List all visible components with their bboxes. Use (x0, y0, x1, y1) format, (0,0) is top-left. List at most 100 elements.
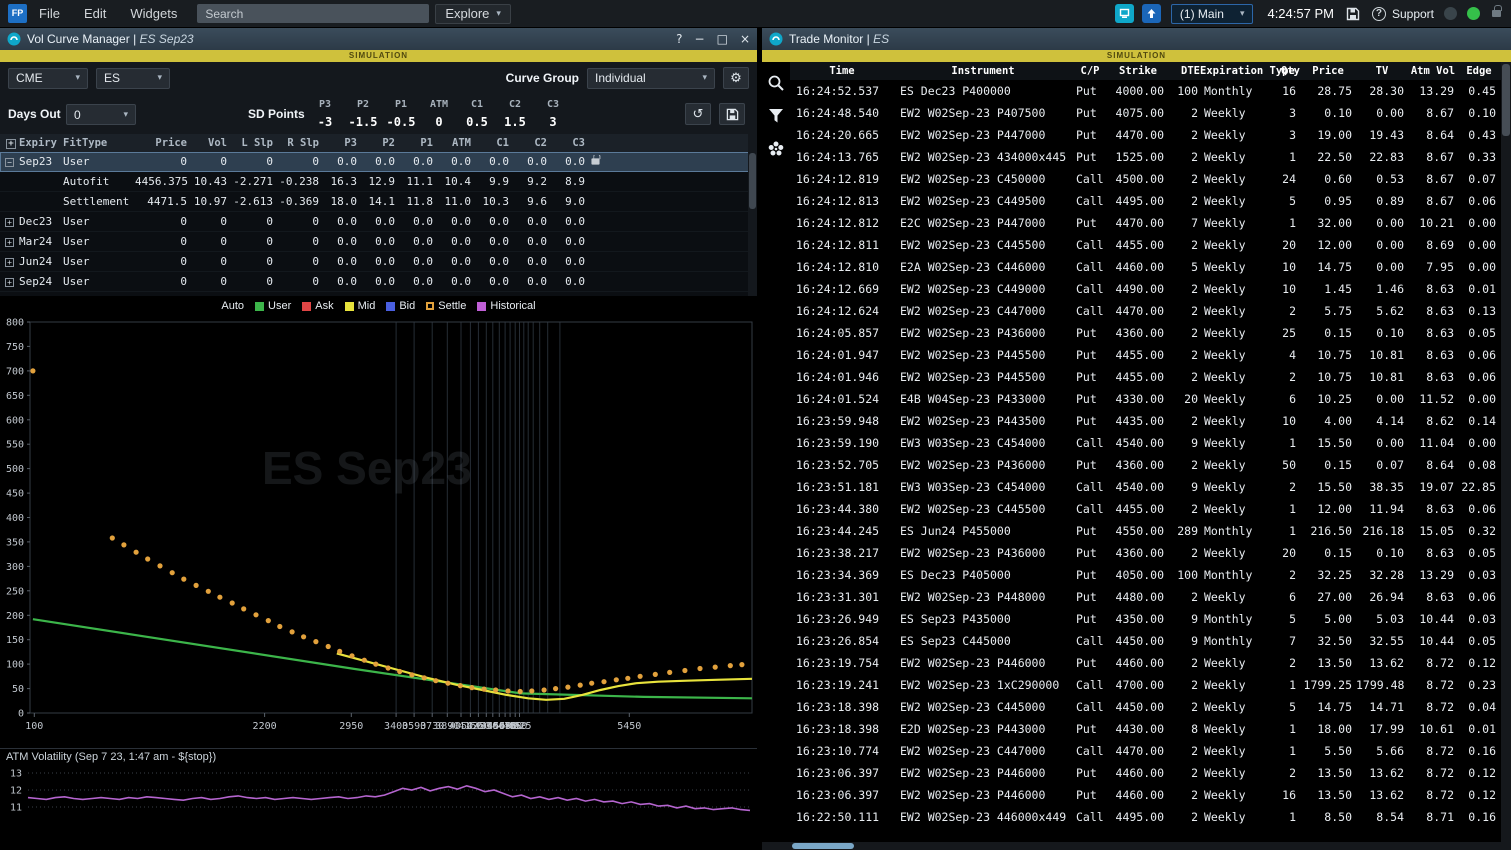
value-cell[interactable]: 0.0 (436, 235, 474, 248)
trade-row[interactable]: 16:24:01.947EW2 W02Sep-23 P445500Put4455… (790, 344, 1501, 366)
value-cell[interactable]: 0 (190, 255, 230, 268)
value-cell[interactable]: 0 (230, 155, 276, 168)
value-cell[interactable]: 0 (230, 235, 276, 248)
value-cell[interactable]: 0.0 (436, 255, 474, 268)
vol-col-header[interactable]: P1 (398, 137, 436, 149)
value-cell[interactable]: 0 (230, 275, 276, 288)
trade-col-header[interactable]: Time (790, 65, 894, 77)
trade-row[interactable]: 16:24:01.946EW2 W02Sep-23 P445500Put4455… (790, 366, 1501, 388)
value-cell[interactable]: 0 (190, 275, 230, 288)
expand-icon[interactable]: + (5, 258, 14, 267)
vol-col-header[interactable]: FitType (60, 137, 132, 149)
trade-row[interactable]: 16:23:38.217EW2 W02Sep-23 P436000Put4360… (790, 542, 1501, 564)
vol-table-row[interactable]: +Mar24User00000.00.00.00.00.00.00.0 (0, 232, 757, 252)
value-cell[interactable]: -2.613 (230, 195, 276, 208)
expand-icon[interactable]: + (5, 278, 14, 287)
value-cell[interactable]: 0.0 (474, 155, 512, 168)
trade-row[interactable]: 16:24:12.669EW2 W02Sep-23 C449000Call449… (790, 278, 1501, 300)
trade-row[interactable]: 16:24:12.819EW2 W02Sep-23 C450000Call450… (790, 168, 1501, 190)
value-cell[interactable]: 0.0 (322, 235, 360, 248)
vol-table-row[interactable]: Settlement4471.510.97-2.613-0.36918.014.… (0, 192, 757, 212)
vol-col-header[interactable]: Price (132, 137, 190, 149)
save-button[interactable] (719, 103, 745, 125)
explore-button[interactable]: Explore ▾ (435, 4, 511, 24)
vol-table-row[interactable]: −Sep23User00000.00.00.00.00.00.00.0 (0, 152, 757, 172)
sd-value[interactable]: 1.5 (496, 113, 534, 131)
value-cell[interactable]: 0.0 (322, 155, 360, 168)
vol-col-header[interactable]: C2 (512, 137, 550, 149)
value-cell[interactable]: 0.0 (512, 255, 550, 268)
value-cell[interactable]: 0.0 (474, 235, 512, 248)
trade-col-header[interactable]: Atm Vol (1408, 65, 1458, 77)
value-cell[interactable]: 0.0 (512, 275, 550, 288)
vol-col-header[interactable]: C3 (550, 137, 588, 149)
exchange-select[interactable]: CME▾ (8, 68, 88, 89)
value-cell[interactable]: 0 (276, 255, 322, 268)
trade-row[interactable]: 16:24:20.665EW2 W02Sep-23 P447000Put4470… (790, 124, 1501, 146)
value-cell[interactable]: 0.0 (474, 215, 512, 228)
trade-row[interactable]: 16:23:10.774EW2 W02Sep-23 C447000Call447… (790, 740, 1501, 762)
value-cell[interactable]: 9.6 (512, 195, 550, 208)
trade-row[interactable]: 16:22:50.111EW2 W02Sep-23 446000x449Call… (790, 806, 1501, 828)
legend-item[interactable]: Historical (477, 300, 535, 312)
value-cell[interactable]: 0.0 (550, 155, 588, 168)
value-cell[interactable]: 9.2 (512, 175, 550, 188)
trade-col-header[interactable]: C/P (1072, 65, 1108, 77)
value-cell[interactable]: 4471.5 (132, 195, 190, 208)
legend-item[interactable]: Settle (426, 300, 466, 312)
vol-table-scrollbar[interactable] (748, 134, 757, 296)
value-cell[interactable]: 0.0 (512, 215, 550, 228)
close-button[interactable]: × (740, 32, 750, 46)
value-cell[interactable]: 0 (230, 255, 276, 268)
vol-chart[interactable]: 8007507006506005505004504003503002502001… (0, 316, 757, 748)
trade-row[interactable]: 16:24:12.624EW2 W02Sep-23 C447000Call447… (790, 300, 1501, 322)
value-cell[interactable]: 0.0 (436, 215, 474, 228)
trade-row[interactable]: 16:23:06.397EW2 W02Sep-23 P446000Put4460… (790, 762, 1501, 784)
value-cell[interactable]: 10.97 (190, 195, 230, 208)
value-cell[interactable]: 0.0 (398, 235, 436, 248)
trade-col-header[interactable]: DTE (1168, 65, 1200, 77)
value-cell[interactable]: 0 (132, 275, 190, 288)
settings-button[interactable]: ⚙ (723, 67, 749, 89)
trade-row[interactable]: 16:24:12.813EW2 W02Sep-23 C449500Call449… (790, 190, 1501, 212)
value-cell[interactable]: 0.0 (398, 255, 436, 268)
value-cell[interactable]: 0.0 (322, 275, 360, 288)
value-cell[interactable]: 12.9 (360, 175, 398, 188)
legend-item[interactable]: Ask (302, 300, 333, 312)
atm-volatility-section[interactable]: ATM Volatility (Sep 7 23, 1:47 am - ${st… (0, 748, 757, 850)
value-cell[interactable]: 0.0 (474, 255, 512, 268)
value-cell[interactable]: 0 (276, 235, 322, 248)
value-cell[interactable]: 0 (230, 215, 276, 228)
expand-icon[interactable]: + (5, 238, 14, 247)
legend-item[interactable]: Auto (221, 300, 244, 312)
trade-row[interactable]: 16:23:06.397EW2 W02Sep-23 P446000Put4460… (790, 784, 1501, 806)
sd-value[interactable]: -1.5 (344, 113, 382, 131)
value-cell[interactable]: 10.4 (436, 175, 474, 188)
sd-value[interactable]: 3 (534, 113, 572, 131)
collapse-icon[interactable]: − (5, 158, 14, 167)
value-cell[interactable]: 0.0 (436, 155, 474, 168)
trade-col-header[interactable]: TV (1356, 65, 1408, 77)
trade-row[interactable]: 16:24:05.857EW2 W02Sep-23 P436000Put4360… (790, 322, 1501, 344)
trade-row[interactable]: 16:23:26.854ES Sep23 C445000Call4450.009… (790, 630, 1501, 652)
vol-col-header[interactable]: R Slp (276, 137, 322, 149)
vol-table-row[interactable]: +Dec23User00000.00.00.00.00.00.00.0 (0, 212, 757, 232)
trade-row[interactable]: 16:24:52.537ES Dec23 P400000Put4000.0010… (790, 80, 1501, 102)
filter-icon[interactable] (767, 107, 785, 125)
sd-value[interactable]: 0 (420, 113, 458, 131)
value-cell[interactable]: 0.0 (360, 155, 398, 168)
undo-button[interactable]: ↺ (685, 103, 711, 125)
save-workspace-icon[interactable] (1346, 7, 1360, 21)
value-cell[interactable]: 9.0 (550, 195, 588, 208)
value-cell[interactable]: 10.3 (474, 195, 512, 208)
value-cell[interactable]: 0.0 (322, 255, 360, 268)
value-cell[interactable]: 0.0 (550, 255, 588, 268)
trade-col-header[interactable]: Instrument (894, 65, 1072, 77)
trade-col-header[interactable]: Edge (1458, 65, 1500, 77)
trade-row[interactable]: 16:23:59.948EW2 W02Sep-23 P443500Put4435… (790, 410, 1501, 432)
legend-item[interactable]: User (255, 300, 291, 312)
trade-horizontal-scrollbar[interactable] (762, 842, 1511, 850)
value-cell[interactable]: 0.0 (360, 275, 398, 288)
value-cell[interactable]: 0.0 (398, 155, 436, 168)
value-cell[interactable]: 0.0 (398, 275, 436, 288)
